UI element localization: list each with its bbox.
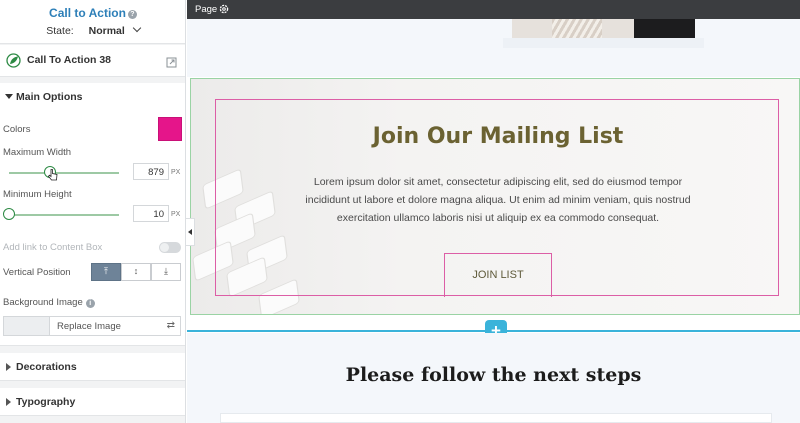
- state-label: State:: [46, 25, 74, 37]
- min-height-label: Minimum Height: [3, 189, 72, 200]
- caret-right-icon: [6, 398, 11, 406]
- caret-right-icon: [6, 363, 11, 371]
- min-height-slider[interactable]: [9, 214, 119, 216]
- call-to-action-section[interactable]: Join Our Mailing List Lorem ipsum dolor …: [190, 78, 800, 315]
- info-icon[interactable]: i: [85, 299, 95, 308]
- element-name: Call To Action 38: [27, 54, 112, 66]
- typography-section[interactable]: Typography: [0, 388, 185, 416]
- chevron-down-icon[interactable]: [132, 23, 141, 33]
- help-icon[interactable]: ?: [127, 10, 137, 19]
- content-box[interactable]: Join Our Mailing List Lorem ipsum dolor …: [215, 99, 779, 297]
- add-link-label: Add link to Content Box: [3, 242, 103, 253]
- panel-header: Call to Action? State: Normal: [0, 0, 185, 44]
- panel-title-text: Call to Action: [49, 6, 126, 20]
- collapse-panel-button[interactable]: [186, 218, 195, 246]
- align-middle-icon: ↕: [133, 266, 139, 276]
- swap-icon: ⇄: [166, 320, 175, 331]
- steps-heading: Please follow the next steps: [345, 364, 642, 386]
- state-value[interactable]: Normal: [89, 25, 125, 37]
- image-texture: [552, 19, 602, 38]
- min-height-unit[interactable]: PX: [171, 211, 180, 218]
- decorations-label: Decorations: [16, 361, 77, 373]
- max-width-unit[interactable]: PX: [171, 169, 180, 176]
- background-image-text: Background Image: [3, 297, 83, 308]
- previous-section: [187, 19, 800, 77]
- main-options-header[interactable]: Main Options: [0, 83, 185, 111]
- leaf-icon: [6, 53, 21, 73]
- hero-image: [512, 19, 695, 38]
- page-topbar: Page: [187, 0, 800, 19]
- panel-title: Call to Action?: [0, 6, 185, 20]
- vertical-position-label: Vertical Position: [3, 267, 71, 278]
- page-canvas: Page Join Our Mailing List Lorem ipsum d…: [187, 0, 800, 423]
- max-width-input[interactable]: 879: [133, 163, 169, 180]
- external-link-icon[interactable]: [166, 55, 177, 73]
- vertical-bottom-button[interactable]: ⤓: [151, 263, 181, 281]
- caret-down-icon: [5, 94, 13, 99]
- cta-body-text: Lorem ipsum dolor sit amet, consectetur …: [305, 176, 691, 224]
- vertical-top-button[interactable]: ⤒: [91, 263, 121, 281]
- image-thumbnail: [4, 317, 50, 335]
- vertical-middle-button[interactable]: ↕: [121, 263, 151, 281]
- typography-label: Typography: [16, 396, 76, 408]
- gear-icon[interactable]: [218, 2, 230, 20]
- cta-heading: Join Our Mailing List: [372, 124, 624, 149]
- main-options-label: Main Options: [16, 91, 83, 103]
- align-top-icon: ⤒: [104, 266, 108, 276]
- page-label[interactable]: Page: [195, 4, 217, 15]
- max-width-label: Maximum Width: [3, 147, 72, 158]
- colors-label: Colors: [3, 124, 31, 135]
- image-shadow: [634, 19, 695, 38]
- state-selector[interactable]: State: Normal: [0, 23, 185, 37]
- min-height-slider-knob[interactable]: [3, 208, 15, 220]
- add-link-toggle[interactable]: [159, 242, 181, 253]
- replace-image-label: Replace Image: [57, 321, 121, 332]
- background-image-label: Background Image i: [3, 297, 95, 308]
- join-list-button[interactable]: JOIN LIST: [444, 253, 552, 297]
- replace-image-button[interactable]: Replace Image ⇄: [3, 316, 181, 336]
- align-bottom-icon: ⤓: [164, 266, 168, 276]
- element-row: Call To Action 38: [0, 45, 185, 77]
- image-frame: [503, 38, 704, 48]
- max-width-slider[interactable]: [9, 172, 119, 174]
- color-swatch[interactable]: [158, 117, 182, 141]
- element-settings-panel: Call to Action? State: Normal Call To Ac…: [0, 0, 186, 423]
- steps-card: [220, 413, 772, 423]
- decorations-section[interactable]: Decorations: [0, 353, 185, 381]
- min-height-input[interactable]: 10: [133, 205, 169, 222]
- cursor-icon: [48, 169, 58, 181]
- main-options-section: Main Options Colors Maximum Width 879 PX…: [0, 83, 185, 346]
